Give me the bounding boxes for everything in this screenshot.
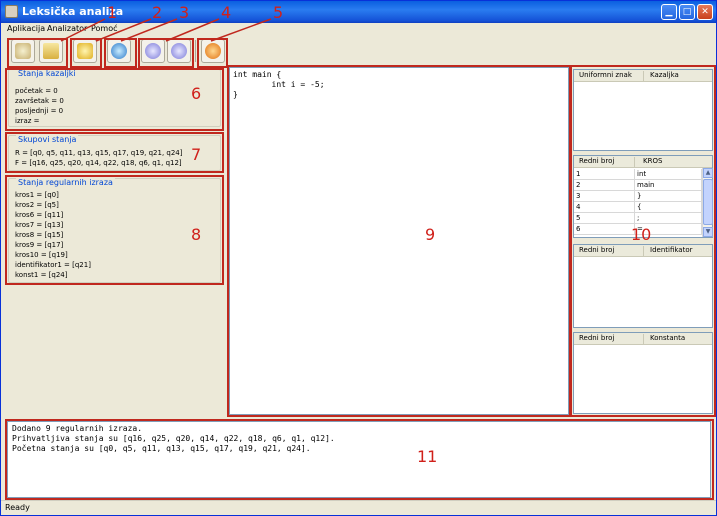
- callout-number: 8: [191, 225, 202, 244]
- callout-box: [5, 419, 714, 500]
- callout-pointer: [165, 18, 220, 42]
- callout-number: 9: [425, 225, 436, 244]
- callout-pointer: [120, 18, 178, 42]
- status-text: Ready: [5, 503, 30, 512]
- callout-number: 1: [107, 3, 118, 22]
- callout-number: 3: [179, 3, 190, 22]
- status-bar: Ready: [1, 500, 716, 515]
- callout-box: [227, 65, 571, 417]
- callout-number: 11: [417, 447, 438, 466]
- callout-number: 4: [221, 3, 232, 22]
- main-window: Leksička analiza ▁ □ ✕ Aplikacija Analiz…: [0, 0, 717, 516]
- callout-pointer: [60, 18, 106, 42]
- callout-number: 2: [152, 3, 163, 22]
- callout-pointer: [210, 18, 272, 42]
- callout-number: 6: [191, 84, 202, 103]
- callout-pointer: [95, 18, 152, 42]
- callout-number: 7: [191, 145, 202, 164]
- callout-number: 5: [273, 3, 284, 22]
- callout-number: 10: [631, 225, 652, 244]
